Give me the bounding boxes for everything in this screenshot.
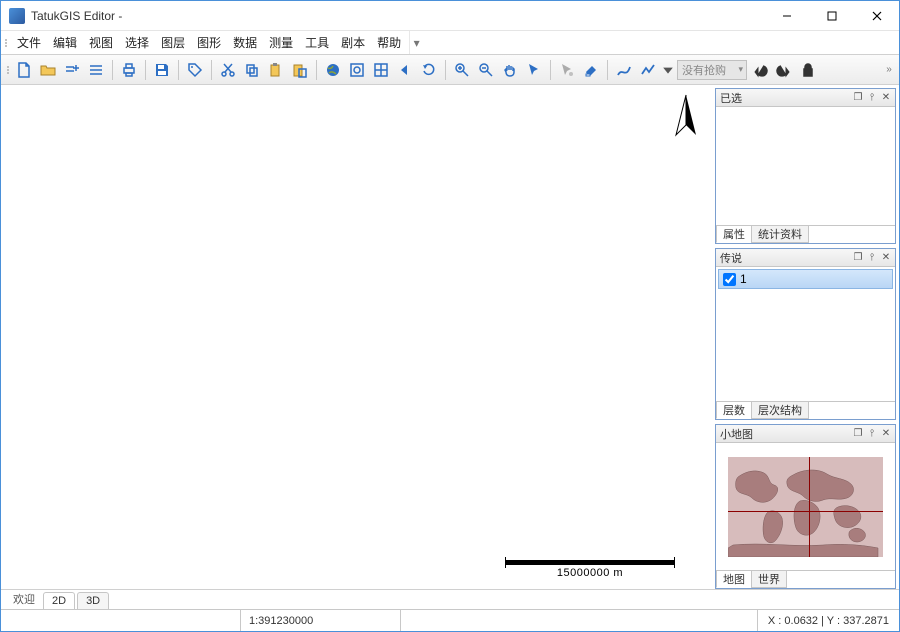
panel-close-icon[interactable]: ✕ <box>879 427 893 441</box>
minimize-button[interactable] <box>764 1 809 31</box>
menubar-overflow[interactable]: ▾ <box>409 31 423 54</box>
toolbar-grip[interactable] <box>5 55 11 84</box>
maximize-button[interactable] <box>809 1 854 31</box>
panel-minimap: 小地图 ❐ ⫯ ✕ <box>715 424 896 589</box>
pointer-icon[interactable] <box>523 59 545 81</box>
panel-legend: 传说 ❐ ⫯ ✕ 1 层数 层次结构 <box>715 248 896 420</box>
save-icon[interactable] <box>151 59 173 81</box>
menu-select[interactable]: 选择 <box>119 31 155 54</box>
paste-special-icon[interactable] <box>289 59 311 81</box>
panel-minimap-title: 小地图 <box>720 426 851 442</box>
main-area: 15000000 m 已选 ❐ ⫯ ✕ 属性 统计资料 传说 ❐ ⫯ ✕ <box>1 85 899 589</box>
map-viewport[interactable]: 15000000 m <box>1 85 715 589</box>
panel-window-icon[interactable]: ❐ <box>851 427 865 441</box>
panel-legend-body: 1 <box>716 267 895 401</box>
toolbar-overflow[interactable]: » <box>883 64 895 75</box>
panel-window-icon[interactable]: ❐ <box>851 251 865 265</box>
tab-hierarchy[interactable]: 层次结构 <box>751 402 809 419</box>
edit-pointer-icon[interactable] <box>556 59 578 81</box>
tab-3d[interactable]: 3D <box>77 592 109 609</box>
new-file-icon[interactable] <box>13 59 35 81</box>
panel-pin-icon[interactable]: ⫯ <box>865 427 879 441</box>
cut-icon[interactable] <box>217 59 239 81</box>
toolbar: 没有抢购 » <box>1 55 899 85</box>
app-icon <box>9 8 25 24</box>
panel-window-icon[interactable]: ❐ <box>851 91 865 105</box>
status-coords: X : 0.0632 | Y : 337.2871 <box>758 615 899 627</box>
menu-data[interactable]: 数据 <box>227 31 263 54</box>
menu-layer[interactable]: 图层 <box>155 31 191 54</box>
refresh-icon[interactable] <box>418 59 440 81</box>
menu-help[interactable]: 帮助 <box>371 31 407 54</box>
draw-polyline-icon[interactable] <box>637 59 659 81</box>
tab-2d[interactable]: 2D <box>43 592 75 609</box>
panel-close-icon[interactable]: ✕ <box>879 251 893 265</box>
window-title: TatukGIS Editor - <box>31 9 764 23</box>
menu-file[interactable]: 文件 <box>11 31 47 54</box>
tab-map[interactable]: 地图 <box>716 571 752 588</box>
panel-legend-title: 传说 <box>720 250 851 266</box>
tab-layers[interactable]: 层数 <box>716 402 752 419</box>
titlebar: TatukGIS Editor - <box>1 1 899 31</box>
side-panels: 已选 ❐ ⫯ ✕ 属性 统计资料 传说 ❐ ⫯ ✕ 1 <box>715 85 899 589</box>
snap-combo[interactable]: 没有抢购 <box>677 60 747 80</box>
status-bar: 1:391230000 X : 0.0632 | Y : 337.2871 <box>1 609 899 631</box>
panel-selected-body <box>716 107 895 225</box>
open-folder-icon[interactable] <box>37 59 59 81</box>
full-extent-icon[interactable] <box>346 59 368 81</box>
status-left <box>1 610 241 631</box>
menu-shape[interactable]: 图形 <box>191 31 227 54</box>
minimap-world-icon <box>728 457 883 557</box>
status-scale: 1:391230000 <box>241 610 401 631</box>
menu-script[interactable]: 剧本 <box>335 31 371 54</box>
tab-world[interactable]: 世界 <box>751 571 787 588</box>
eraser-icon[interactable] <box>580 59 602 81</box>
snap-combo-text: 没有抢购 <box>682 62 726 78</box>
lock-icon[interactable] <box>797 59 819 81</box>
north-arrow-icon <box>669 93 703 141</box>
view-tabs: 欢迎 2D 3D <box>1 589 899 609</box>
menu-measure[interactable]: 测量 <box>263 31 299 54</box>
close-button[interactable] <box>854 1 899 31</box>
menubar: 文件 编辑 视图 选择 图层 图形 数据 测量 工具 剧本 帮助 ▾ <box>1 31 899 55</box>
status-mid <box>401 610 758 631</box>
list-icon[interactable] <box>85 59 107 81</box>
print-icon[interactable] <box>118 59 140 81</box>
undo-icon[interactable] <box>749 59 771 81</box>
menubar-grip[interactable] <box>3 31 9 54</box>
legend-layer-item[interactable]: 1 <box>718 269 893 289</box>
legend-layer-label: 1 <box>740 272 747 286</box>
menu-tools[interactable]: 工具 <box>299 31 335 54</box>
zoom-out-icon[interactable] <box>475 59 497 81</box>
tab-statistics[interactable]: 统计资料 <box>751 226 809 243</box>
panel-pin-icon[interactable]: ⫯ <box>865 251 879 265</box>
copy-icon[interactable] <box>241 59 263 81</box>
scale-bar-label: 15000000 m <box>505 567 675 579</box>
menu-view[interactable]: 视图 <box>83 31 119 54</box>
panel-minimap-body[interactable] <box>716 443 895 570</box>
paste-icon[interactable] <box>265 59 287 81</box>
panel-close-icon[interactable]: ✕ <box>879 91 893 105</box>
menu-edit[interactable]: 编辑 <box>47 31 83 54</box>
legend-layer-checkbox[interactable] <box>723 273 736 286</box>
tab-attributes[interactable]: 属性 <box>716 226 752 243</box>
dropdown-arrow-icon[interactable] <box>661 59 675 81</box>
prev-view-icon[interactable] <box>394 59 416 81</box>
draw-line-icon[interactable] <box>613 59 635 81</box>
grid-icon[interactable] <box>370 59 392 81</box>
zoom-in-icon[interactable] <box>451 59 473 81</box>
panel-selected-title: 已选 <box>720 90 851 106</box>
scale-bar: 15000000 m <box>505 560 675 579</box>
redo-icon[interactable] <box>773 59 795 81</box>
panel-selected: 已选 ❐ ⫯ ✕ 属性 统计资料 <box>715 88 896 244</box>
view-tabs-label: 欢迎 <box>7 589 41 609</box>
add-layer-icon[interactable] <box>61 59 83 81</box>
globe-icon[interactable] <box>322 59 344 81</box>
panel-pin-icon[interactable]: ⫯ <box>865 91 879 105</box>
pan-icon[interactable] <box>499 59 521 81</box>
tag-icon[interactable] <box>184 59 206 81</box>
